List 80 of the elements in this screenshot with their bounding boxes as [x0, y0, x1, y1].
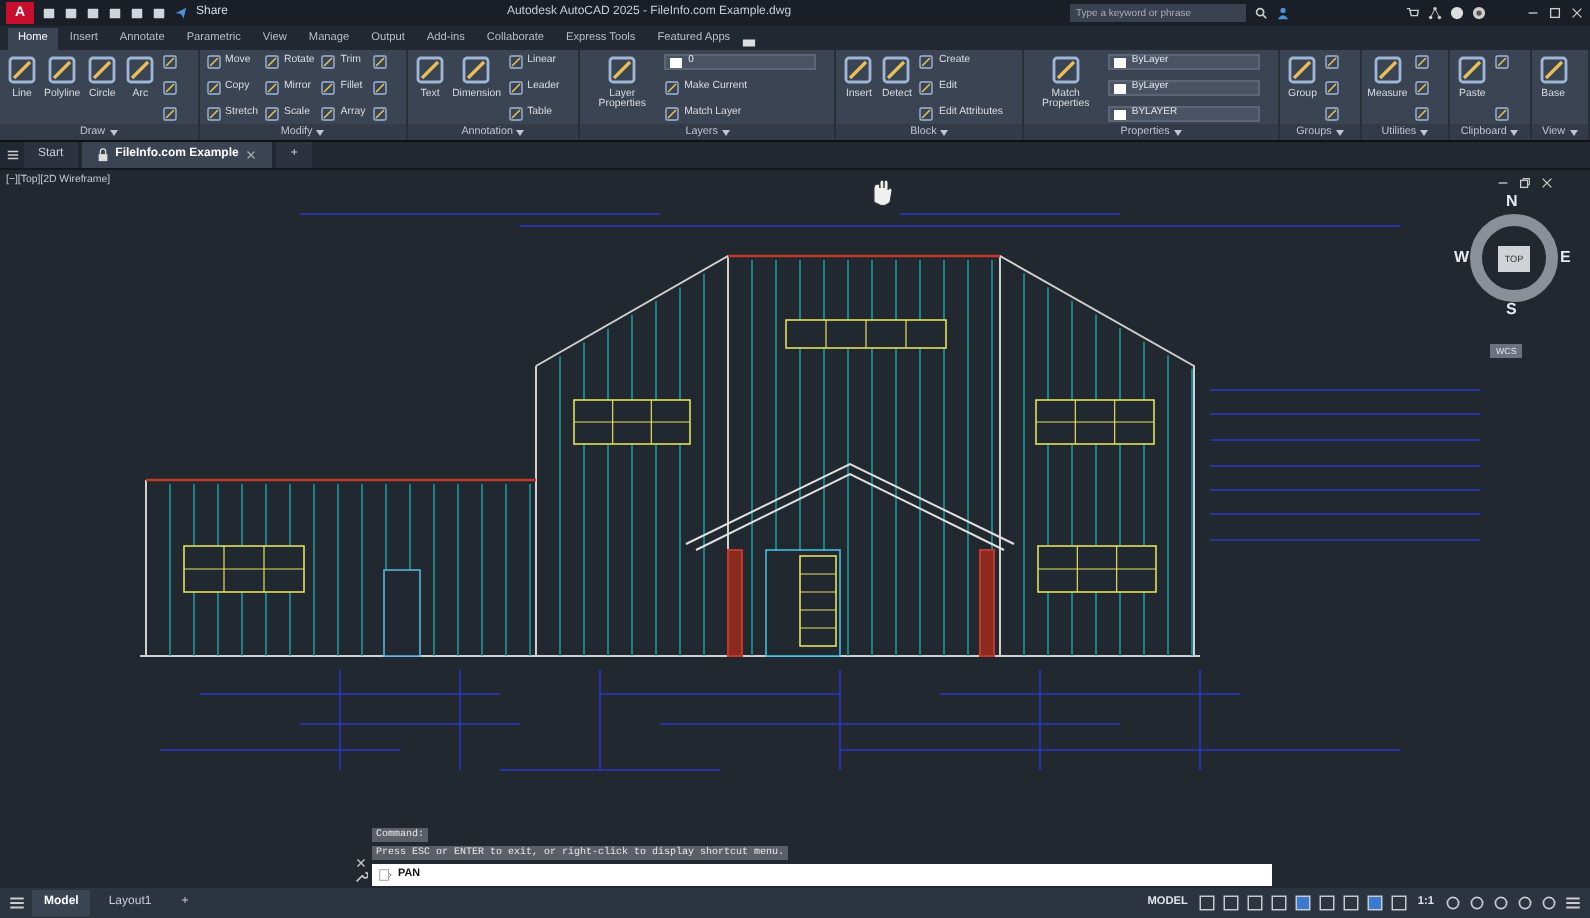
- command-prompt-icon: [378, 868, 392, 882]
- tool-icon: [6, 54, 38, 86]
- caret-icon[interactable]: [1569, 129, 1578, 135]
- tool-icon: [507, 54, 524, 70]
- menu-icon[interactable]: [1564, 894, 1582, 912]
- menu-icon[interactable]: [6, 148, 20, 162]
- wrench-icon[interactable]: [354, 870, 368, 884]
- tool-icon: [918, 80, 935, 96]
- network-icon[interactable]: [1428, 6, 1442, 20]
- tool-icon[interactable]: [162, 54, 179, 70]
- tool-icon: [263, 80, 280, 96]
- tool-icon[interactable]: [1324, 54, 1341, 70]
- tool-icon[interactable]: [1494, 106, 1511, 122]
- caret-icon[interactable]: [1173, 129, 1182, 135]
- share-icon[interactable]: [174, 6, 188, 20]
- panel-toggle-icon[interactable]: [742, 36, 757, 50]
- caret-icon[interactable]: [1335, 129, 1344, 135]
- tool-icon: [205, 80, 222, 96]
- tool-icon[interactable]: [1413, 54, 1430, 70]
- tool-icon: [1049, 54, 1082, 86]
- tool-icon: [842, 54, 875, 86]
- tool-icon[interactable]: [371, 106, 388, 122]
- close-icon[interactable]: [1540, 176, 1554, 190]
- tool-icon: [205, 106, 222, 122]
- tool-icon: [263, 54, 280, 70]
- tool-icon: [86, 54, 119, 86]
- tool-icon: [205, 54, 222, 70]
- tool-icon: [1286, 54, 1319, 86]
- tool-icon[interactable]: [1413, 80, 1430, 96]
- tool-icon: [507, 106, 524, 122]
- tool-icon[interactable]: [162, 106, 179, 122]
- compass-west-label[interactable]: W: [1454, 250, 1470, 266]
- tool-icon: [320, 106, 337, 122]
- tool-icon: [46, 54, 79, 86]
- caret-icon[interactable]: [109, 129, 118, 135]
- minimize-icon[interactable]: [1496, 176, 1510, 190]
- restore-icon[interactable]: [1518, 176, 1532, 190]
- caret-icon[interactable]: [1510, 129, 1519, 135]
- tool-icon: [880, 54, 913, 86]
- close-icon[interactable]: [354, 856, 368, 870]
- tool-icon: [606, 54, 639, 86]
- tool-icon: [1456, 54, 1489, 86]
- compass-east-label[interactable]: E: [1560, 250, 1571, 266]
- tool-icon: [918, 106, 935, 122]
- tool-icon[interactable]: [1324, 80, 1341, 96]
- cart-icon[interactable]: [1406, 6, 1420, 20]
- caret-icon[interactable]: [1420, 129, 1429, 135]
- search-icon[interactable]: [1254, 6, 1268, 20]
- tool-icon: [507, 80, 524, 96]
- tool-icon: [414, 54, 447, 86]
- close-icon[interactable]: [244, 148, 259, 162]
- tool-icon: [1537, 54, 1570, 86]
- tool-icon: [664, 106, 681, 122]
- maximize-icon[interactable]: [1548, 6, 1562, 20]
- compass-south-label[interactable]: S: [1506, 302, 1517, 318]
- tool-icon: [918, 54, 935, 70]
- tool-icon: [263, 106, 280, 122]
- tool-icon[interactable]: [371, 80, 388, 96]
- compass-north-label[interactable]: N: [1506, 194, 1518, 210]
- caret-icon[interactable]: [516, 129, 525, 135]
- tool-icon: [1371, 54, 1404, 86]
- caret-icon[interactable]: [721, 129, 730, 135]
- layout-menu-icon[interactable]: [8, 894, 26, 912]
- tool-icon[interactable]: [1324, 106, 1341, 122]
- lock-icon: [95, 148, 110, 162]
- pan-cursor-icon: [872, 178, 894, 208]
- tool-icon: [320, 80, 337, 96]
- tool-icon: [460, 54, 493, 86]
- tool-icon[interactable]: [1413, 106, 1430, 122]
- tool-icon: [664, 80, 681, 96]
- user-icon[interactable]: [1276, 6, 1290, 20]
- minimize-icon[interactable]: [1526, 6, 1540, 20]
- caret-icon[interactable]: [316, 129, 325, 135]
- close-icon[interactable]: [1570, 6, 1584, 20]
- tool-icon: [320, 54, 337, 70]
- tool-icon[interactable]: [371, 54, 388, 70]
- tool-icon[interactable]: [1494, 54, 1511, 70]
- tool-icon[interactable]: [162, 80, 179, 96]
- tool-icon: [124, 54, 157, 86]
- caret-icon[interactable]: [940, 129, 949, 135]
